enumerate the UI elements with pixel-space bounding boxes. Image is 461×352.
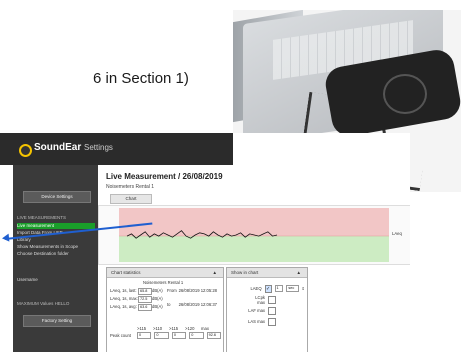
- sidebar: Device Settings LIVE MEASUREMENTS Live m…: [13, 165, 98, 352]
- peak-header: >110: [153, 326, 163, 331]
- laeq-unit-select[interactable]: sec: [286, 285, 299, 292]
- chart-statistics-header[interactable]: Chart statistics ▲: [107, 268, 223, 278]
- software-window: SoundEar Settings Device Settings LIVE M…: [0, 133, 410, 352]
- stats-to-label: to: [167, 302, 171, 307]
- factory-setting-button[interactable]: Factory Setting: [23, 315, 91, 327]
- stats-device-name: Noisemeters Rental 1: [143, 280, 184, 285]
- peak-count-label: Peak count: [110, 333, 131, 338]
- sidebar-item-username[interactable]: Username: [17, 277, 95, 283]
- page-title: Live Measurement / 26/08/2019: [106, 172, 223, 181]
- show-in-chart-header[interactable]: Show in chart ▲: [227, 268, 307, 278]
- peak-header: >115: [169, 326, 179, 331]
- peak-value: 0: [154, 332, 169, 339]
- show-in-chart-list: LAEQ ✓ 1 sec ⇕ LCpk max LAF max LAS max: [247, 283, 305, 327]
- sidebar-item-scope[interactable]: Show Measurements in Scope: [17, 244, 95, 250]
- laeq-interval-input[interactable]: 1: [274, 285, 284, 292]
- sidebar-item-destination[interactable]: Choose Destination folder: [17, 251, 95, 257]
- app-logo: SoundEar Settings: [34, 142, 113, 153]
- stepper-icon[interactable]: ⇕: [302, 286, 306, 291]
- list-item: LCpk max: [247, 294, 305, 305]
- sidebar-bottom-heading: MAXIMUM Values HELLO: [17, 301, 70, 306]
- page-subtitle: Noisemeters Rental 1: [106, 184, 155, 190]
- stats-to-value: 26/08/2019 12:06:37: [178, 302, 217, 307]
- peak-value: 0: [137, 332, 152, 339]
- chart-green-zone: [119, 236, 389, 262]
- list-item: LAF max: [247, 305, 305, 316]
- peak-value: 0: [171, 332, 187, 339]
- live-chart: LAeq: [98, 205, 410, 265]
- peak-value: 0: [189, 332, 204, 339]
- peak-header: max: [201, 326, 209, 331]
- laeq-checkbox[interactable]: ✓: [264, 284, 272, 293]
- chart-statistics-panel: Chart statistics ▲ Noisemeters Rental 1 L…: [106, 267, 224, 352]
- show-in-chart-panel: Show in chart ▲ LAEQ ✓ 1 sec ⇕ LCpk max L…: [226, 267, 308, 352]
- main-content: Live Measurement / 26/08/2019 Noisemeter…: [98, 165, 410, 352]
- arrow-head-icon: [1, 233, 10, 243]
- section-reference-text: 6 in Section 1): [93, 70, 189, 87]
- list-item: LAS max: [247, 316, 305, 327]
- peak-header: >120: [185, 326, 195, 331]
- list-item: LAEQ ✓ 1 sec ⇕: [250, 284, 306, 293]
- peak-count-table: >115 >110 >115 >120 max 0 0 0 0 92.6: [137, 326, 222, 339]
- tab-chart[interactable]: Chart: [110, 194, 152, 204]
- lcpk-checkbox[interactable]: [268, 295, 276, 304]
- stats-from-label: From: [167, 288, 177, 293]
- device-ring-icon: [383, 74, 427, 114]
- laf-checkbox[interactable]: [268, 306, 276, 315]
- las-checkbox[interactable]: [268, 317, 276, 326]
- logo-icon: [19, 144, 32, 157]
- chart-red-zone: [119, 208, 389, 236]
- device-settings-button[interactable]: Device Settings: [23, 191, 91, 203]
- chart-svg: [119, 208, 389, 262]
- sidebar-item-library[interactable]: Library: [17, 237, 95, 243]
- sidebar-heading: LIVE MEASUREMENTS: [17, 215, 67, 220]
- peak-header: >115: [137, 326, 147, 331]
- chart-series-label: LAeq: [392, 231, 402, 236]
- sidebar-item-live[interactable]: Live measurement: [17, 223, 95, 229]
- stats-from-value: 26/08/2019 12:05:28: [178, 288, 217, 293]
- peak-value: 92.6: [206, 332, 222, 339]
- app-header: SoundEar Settings: [0, 133, 233, 165]
